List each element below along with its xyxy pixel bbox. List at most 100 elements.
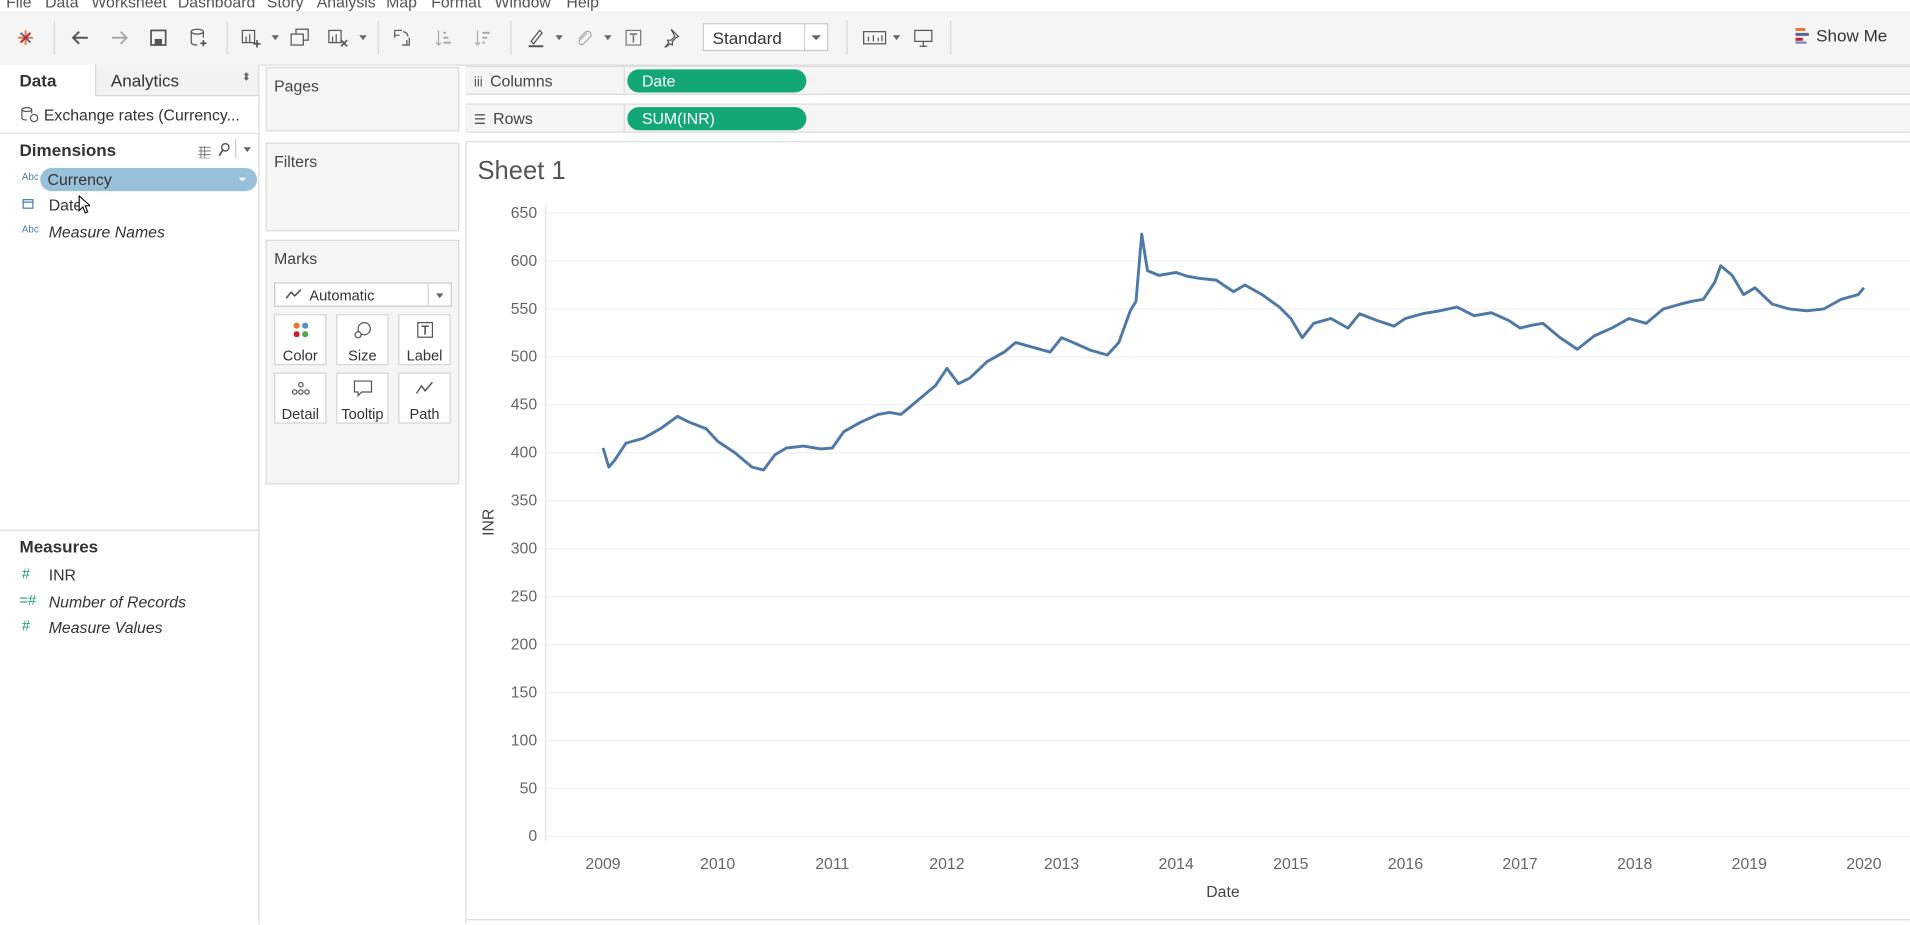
dimensions-header: Dimensions: [19, 140, 117, 160]
string-type-icon: Abc: [21, 171, 39, 183]
menu-map[interactable]: Map: [386, 0, 417, 11]
y-tick-label: 500: [511, 349, 538, 366]
presentation-mode-icon[interactable]: [911, 23, 935, 52]
show-me-button[interactable]: Show Me: [1795, 26, 1887, 45]
rows-pill-sum-inr[interactable]: SUM(INR): [627, 107, 807, 131]
tableau-window: File Data Worksheet Dashboard Story Anal…: [0, 0, 1910, 925]
sort-ascending-icon[interactable]: [432, 23, 454, 52]
y-tick-label: 600: [511, 253, 538, 270]
y-tick-label: 200: [511, 636, 538, 653]
data-source-item[interactable]: Exchange rates (Currency...: [0, 97, 259, 134]
label-icon: [400, 321, 450, 340]
rows-text: Rows: [493, 109, 533, 128]
group-members-icon[interactable]: [573, 23, 595, 52]
field-inr[interactable]: # INR: [0, 564, 258, 588]
new-data-source-icon[interactable]: [186, 23, 210, 52]
detail-label: Detail: [281, 405, 319, 423]
mark-type-select[interactable]: Automatic: [274, 282, 452, 307]
detail-button[interactable]: Detail: [274, 372, 327, 424]
menu-format[interactable]: Format: [431, 0, 481, 11]
field-label: INR: [48, 566, 76, 585]
fix-axes-pin-icon[interactable]: [659, 23, 681, 52]
tooltip-icon: [337, 380, 387, 399]
show-hide-cards-icon[interactable]: [861, 23, 888, 52]
x-tick-label: 2013: [1044, 856, 1079, 873]
field-currency[interactable]: Abc Currency: [0, 168, 258, 192]
save-icon[interactable]: [147, 23, 169, 52]
dimensions-menu-icon[interactable]: [243, 147, 251, 153]
mouse-cursor-icon: [78, 194, 92, 218]
number-type-icon: #: [21, 617, 31, 635]
marks-title: Marks: [274, 249, 318, 268]
worksheet-view: Sheet 1 0 50 100 150 200 250 300 350 400 450 500 55…: [465, 141, 1910, 925]
path-label: Path: [409, 405, 440, 423]
undo-icon[interactable]: [69, 23, 91, 52]
menu-data[interactable]: Data: [45, 0, 78, 11]
tab-data[interactable]: Data: [0, 65, 95, 97]
size-label: Size: [348, 346, 377, 365]
string-type-icon: Abc: [21, 224, 39, 235]
x-axis-title: Date: [1206, 884, 1240, 901]
field-label: Measure Names: [48, 222, 165, 242]
expand-arrows-icon: ⬍: [241, 70, 251, 83]
y-tick-label: 250: [511, 588, 538, 605]
tab-data-label: Data: [19, 70, 57, 91]
y-tick-label: 550: [511, 301, 538, 318]
redo-icon[interactable]: [108, 23, 130, 52]
tableau-logo-icon[interactable]: [15, 23, 37, 52]
rows-shelf-label: ☰ Rows: [474, 110, 533, 128]
chevron-down-icon: [803, 24, 827, 50]
field-measure-values[interactable]: # Measure Values: [0, 616, 258, 640]
new-worksheet-icon[interactable]: [239, 23, 263, 52]
menu-help[interactable]: Help: [566, 0, 599, 11]
pages-title: Pages: [274, 76, 319, 95]
filters-card[interactable]: Filters: [265, 142, 460, 232]
menu-story[interactable]: Story: [267, 0, 304, 11]
x-tick-label: 2018: [1617, 856, 1652, 873]
fit-select[interactable]: Standard: [702, 23, 829, 52]
columns-shelf-label: iii Columns: [474, 72, 553, 90]
color-label: Color: [282, 346, 318, 365]
line-chart[interactable]: 0 50 100 150 200 250 300 350 400 450 500 550 600 650 2…: [467, 142, 1910, 925]
size-icon: [337, 321, 387, 340]
field-label: Measure Values: [48, 618, 163, 637]
field-measure-names[interactable]: Abc Measure Names: [0, 220, 258, 244]
menu-analysis[interactable]: Analysis: [317, 0, 376, 11]
label-label: Label: [406, 346, 443, 365]
filters-title: Filters: [274, 152, 318, 171]
pages-card[interactable]: Pages: [265, 66, 460, 132]
columns-pill-date[interactable]: Date: [627, 69, 807, 93]
show-labels-icon[interactable]: [622, 23, 644, 52]
path-button[interactable]: Path: [398, 372, 451, 424]
data-source-name: Exchange rates (Currency...: [43, 105, 240, 125]
tooltip-button[interactable]: Tooltip: [336, 372, 389, 424]
menu-bar: File Data Worksheet Dashboard Story Anal…: [0, 0, 1910, 11]
menu-worksheet[interactable]: Worksheet: [91, 0, 166, 11]
columns-shelf[interactable]: iii Columns Date: [465, 65, 1910, 95]
label-button[interactable]: Label: [398, 314, 451, 366]
menu-file[interactable]: File: [6, 0, 32, 11]
tab-analytics[interactable]: Analytics ⬍: [95, 64, 259, 97]
field-number-of-records[interactable]: =# Number of Records: [0, 590, 258, 614]
x-tick-label: 2009: [585, 856, 620, 873]
y-tick-label: 300: [511, 541, 538, 558]
color-button[interactable]: Color: [274, 314, 327, 366]
rows-shelf[interactable]: ☰ Rows SUM(INR): [465, 103, 1910, 133]
y-tick-label: 100: [511, 732, 538, 749]
sort-descending-icon[interactable]: [471, 23, 493, 52]
clear-sheet-icon[interactable]: [326, 23, 350, 52]
swap-rows-columns-icon[interactable]: [391, 23, 413, 52]
view-toggle-icon[interactable]: [198, 142, 211, 161]
size-button[interactable]: Size: [336, 314, 389, 366]
search-icon[interactable]: [218, 141, 230, 160]
menu-dashboard[interactable]: Dashboard: [178, 0, 255, 11]
highlight-icon[interactable]: [525, 23, 547, 52]
y-tick-label: 150: [511, 684, 538, 701]
x-tick-label: 2019: [1732, 856, 1767, 873]
series-line: [601, 232, 1866, 472]
y-tick-label: 650: [511, 205, 538, 222]
field-date[interactable]: Date: [0, 194, 258, 218]
duplicate-sheet-icon[interactable]: [289, 23, 311, 52]
x-tick-label: 2011: [815, 856, 849, 873]
menu-window[interactable]: Window: [495, 0, 551, 11]
